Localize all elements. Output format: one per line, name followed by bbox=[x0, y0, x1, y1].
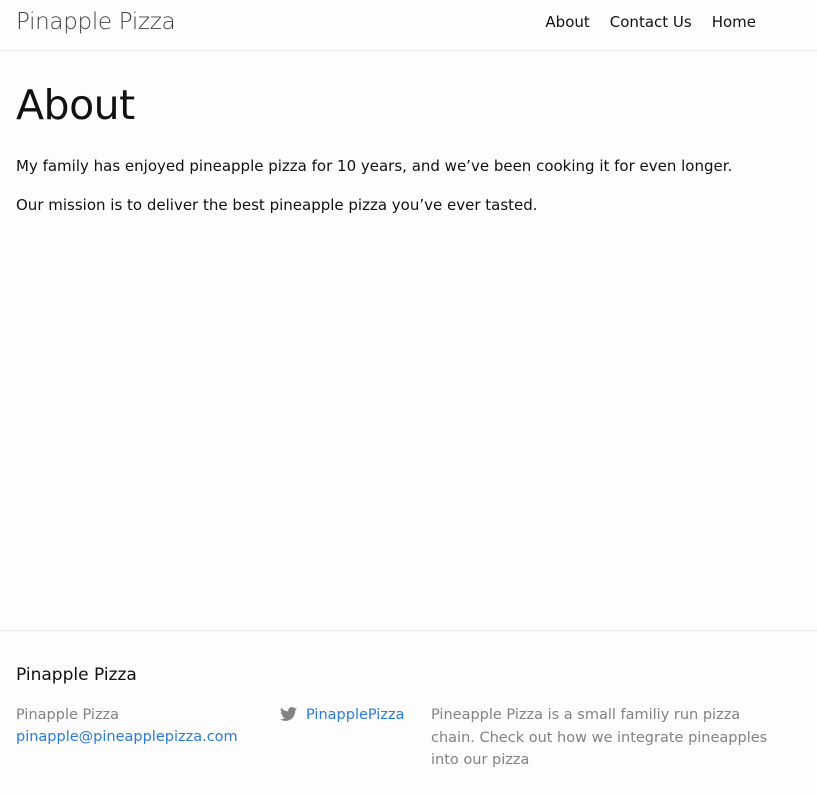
nav-link-home[interactable]: Home bbox=[712, 13, 756, 31]
site-nav: About Contact Us Home bbox=[545, 13, 756, 31]
nav-link-about[interactable]: About bbox=[545, 13, 589, 31]
twitter-icon bbox=[280, 706, 297, 721]
footer-description: Pineapple Pizza is a small familiy run p… bbox=[431, 707, 768, 768]
footer-social: PinapplePizza bbox=[280, 704, 404, 726]
footer-contact: Pinapple Pizza pinapple@pineapplepizza.c… bbox=[16, 704, 238, 748]
about-paragraph-2: Our mission is to deliver the best pinea… bbox=[16, 196, 538, 214]
site-title-link[interactable]: Pinapple Pizza bbox=[16, 9, 176, 35]
footer-email-link[interactable]: pinapple@pineapplepizza.com bbox=[16, 729, 238, 745]
about-paragraph-1: My family has enjoyed pineapple pizza fo… bbox=[16, 157, 733, 175]
footer-contact-name: Pinapple Pizza bbox=[16, 707, 120, 723]
footer-heading: Pinapple Pizza bbox=[16, 665, 137, 685]
footer-twitter-link[interactable]: PinapplePizza bbox=[306, 704, 404, 726]
site-header: Pinapple Pizza About Contact Us Home bbox=[0, 0, 817, 51]
page-title: About bbox=[16, 81, 135, 129]
page: Pinapple Pizza About Contact Us Home Abo… bbox=[0, 0, 817, 794]
nav-link-contact-us[interactable]: Contact Us bbox=[610, 13, 692, 31]
site-footer: Pinapple Pizza Pinapple Pizza pinapple@p… bbox=[0, 630, 817, 794]
main-content: About My family has enjoyed pineapple pi… bbox=[16, 78, 796, 216]
